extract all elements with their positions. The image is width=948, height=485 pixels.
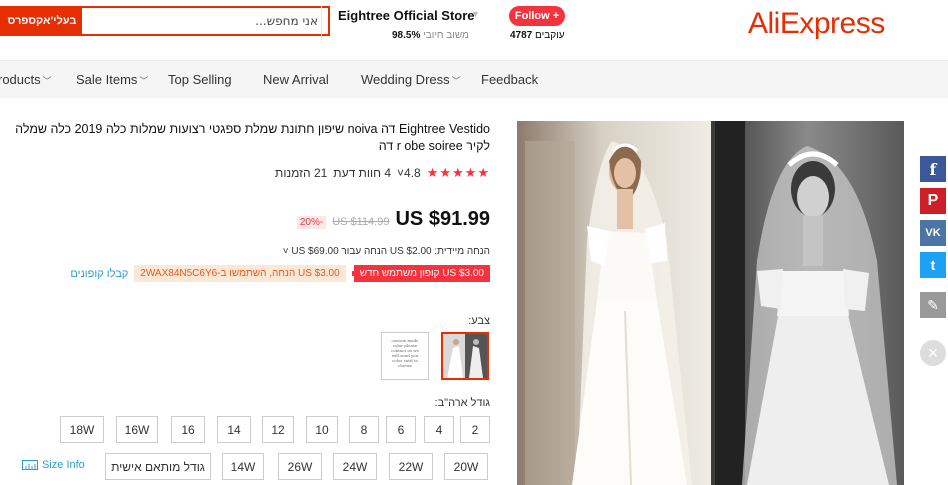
pinterest-icon[interactable]: P: [920, 188, 946, 214]
chevron-down-icon: ﹀: [451, 76, 461, 86]
size-option[interactable]: גודל מותאם אישית: [105, 453, 211, 480]
followers-label: עוקבים: [535, 30, 565, 41]
chevron-down-icon: ﹀: [139, 76, 149, 86]
get-coupons-link[interactable]: קבלו קופונים: [70, 268, 128, 280]
store-rating-value: 98.5%: [392, 30, 421, 41]
rating-row: ★★★★★ 4.8˅ 4 חוות דעת 21 הזמנות: [275, 165, 490, 181]
chevron-down-icon[interactable]: ▼: [471, 9, 480, 19]
store-nav: roducts ﹀ Sale Items ﹀ Top Selling New Arr…: [0, 60, 948, 98]
nav-item-sale-items[interactable]: Sale Items ﹀: [76, 72, 148, 87]
size-option[interactable]: 22W: [389, 453, 433, 480]
size-info-label: Size Info: [42, 459, 85, 471]
size-option[interactable]: 26W: [278, 453, 322, 480]
size-option[interactable]: 10: [306, 416, 338, 443]
discount-badge: -20%: [296, 216, 327, 229]
aliexpress-logo[interactable]: AliExpress: [748, 7, 885, 41]
followers-count: עוקבים 4787: [510, 30, 565, 41]
size-option[interactable]: 16W: [116, 416, 158, 443]
nav-item-products[interactable]: roducts ﹀: [0, 72, 52, 87]
size-option[interactable]: 24W: [333, 453, 377, 480]
size-info-link[interactable]: Size Info: [22, 459, 85, 471]
store-rating-label: משוב חיובי: [423, 30, 469, 41]
store-rating: משוב חיובי 98.5%: [392, 30, 469, 41]
size-option[interactable]: 8: [349, 416, 379, 443]
edit-icon[interactable]: ✎: [920, 292, 946, 318]
nav-item-wedding-dress[interactable]: Wedding Dress ﹀: [361, 72, 461, 87]
size-option[interactable]: 2: [460, 416, 490, 443]
search-input[interactable]: [82, 8, 328, 34]
nav-item-feedback[interactable]: Feedback: [481, 72, 538, 87]
size-option[interactable]: 6: [386, 416, 416, 443]
nav-item-new-arrival[interactable]: New Arrival: [263, 72, 329, 87]
reviews-count[interactable]: 4 חוות דעת: [333, 166, 391, 180]
ruler-icon: [22, 460, 38, 470]
rating-stars: ★★★★★: [426, 165, 490, 180]
search-button[interactable]: בעלי'אקספרס: [2, 8, 82, 34]
size-option[interactable]: 4: [424, 416, 454, 443]
orders-count: 21 הזמנות: [275, 166, 328, 180]
size-option[interactable]: 18W: [60, 416, 104, 443]
color-swatch-photo[interactable]: [441, 332, 489, 380]
header-divider: [321, 6, 322, 40]
vk-icon[interactable]: VK: [920, 220, 946, 246]
facebook-icon[interactable]: f: [920, 156, 946, 182]
top-header: בעלי'אקספרס Eightree Official Store ▼ מש…: [0, 0, 948, 60]
color-swatch-custom[interactable]: custom made color please contact us we w…: [381, 332, 429, 380]
search-bar: בעלי'אקספרס: [0, 6, 330, 36]
size-option[interactable]: 16: [171, 416, 205, 443]
size-option[interactable]: 20W: [444, 453, 488, 480]
rating-value[interactable]: 4.8˅: [397, 166, 421, 180]
nav-item-top-selling[interactable]: Top Selling: [168, 72, 232, 87]
price-row: US $91.99 US $114.99 -20%: [296, 208, 490, 231]
color-label: צבע:: [468, 315, 490, 327]
size-option[interactable]: 12: [262, 416, 294, 443]
swatch-note: custom made color please contact us we w…: [390, 338, 420, 368]
store-coupon[interactable]: US $3.00 הנחה, השתמשו ב-2WAX84N5C6Y6: [134, 265, 346, 282]
product-main-image[interactable]: [517, 121, 904, 485]
size-option[interactable]: 14: [217, 416, 251, 443]
new-user-coupon[interactable]: US $3.00 קופון משתמש חדש: [351, 265, 490, 282]
coupon-row: US $3.00 קופון משתמש חדש US $3.00 הנחה, …: [70, 265, 490, 282]
current-price: US $91.99: [395, 208, 490, 230]
instant-discount[interactable]: הנחה מיידית: US $2.00 הנחה עבור US $69.0…: [283, 246, 490, 257]
followers-value: 4787: [510, 30, 533, 41]
store-name[interactable]: Eightree Official Store: [338, 8, 475, 23]
twitter-icon[interactable]: t: [920, 252, 946, 278]
product-title: Eightree Vestido דה noiva שיפון חתונת שמ…: [15, 122, 490, 153]
size-option[interactable]: 14W: [222, 453, 264, 480]
size-label: גודל ארה"ב:: [434, 397, 490, 409]
original-price: US $114.99: [332, 216, 390, 228]
close-icon[interactable]: ×: [920, 340, 946, 366]
chevron-down-icon: ﹀: [42, 76, 52, 86]
follow-button[interactable]: Follow +: [509, 6, 565, 26]
